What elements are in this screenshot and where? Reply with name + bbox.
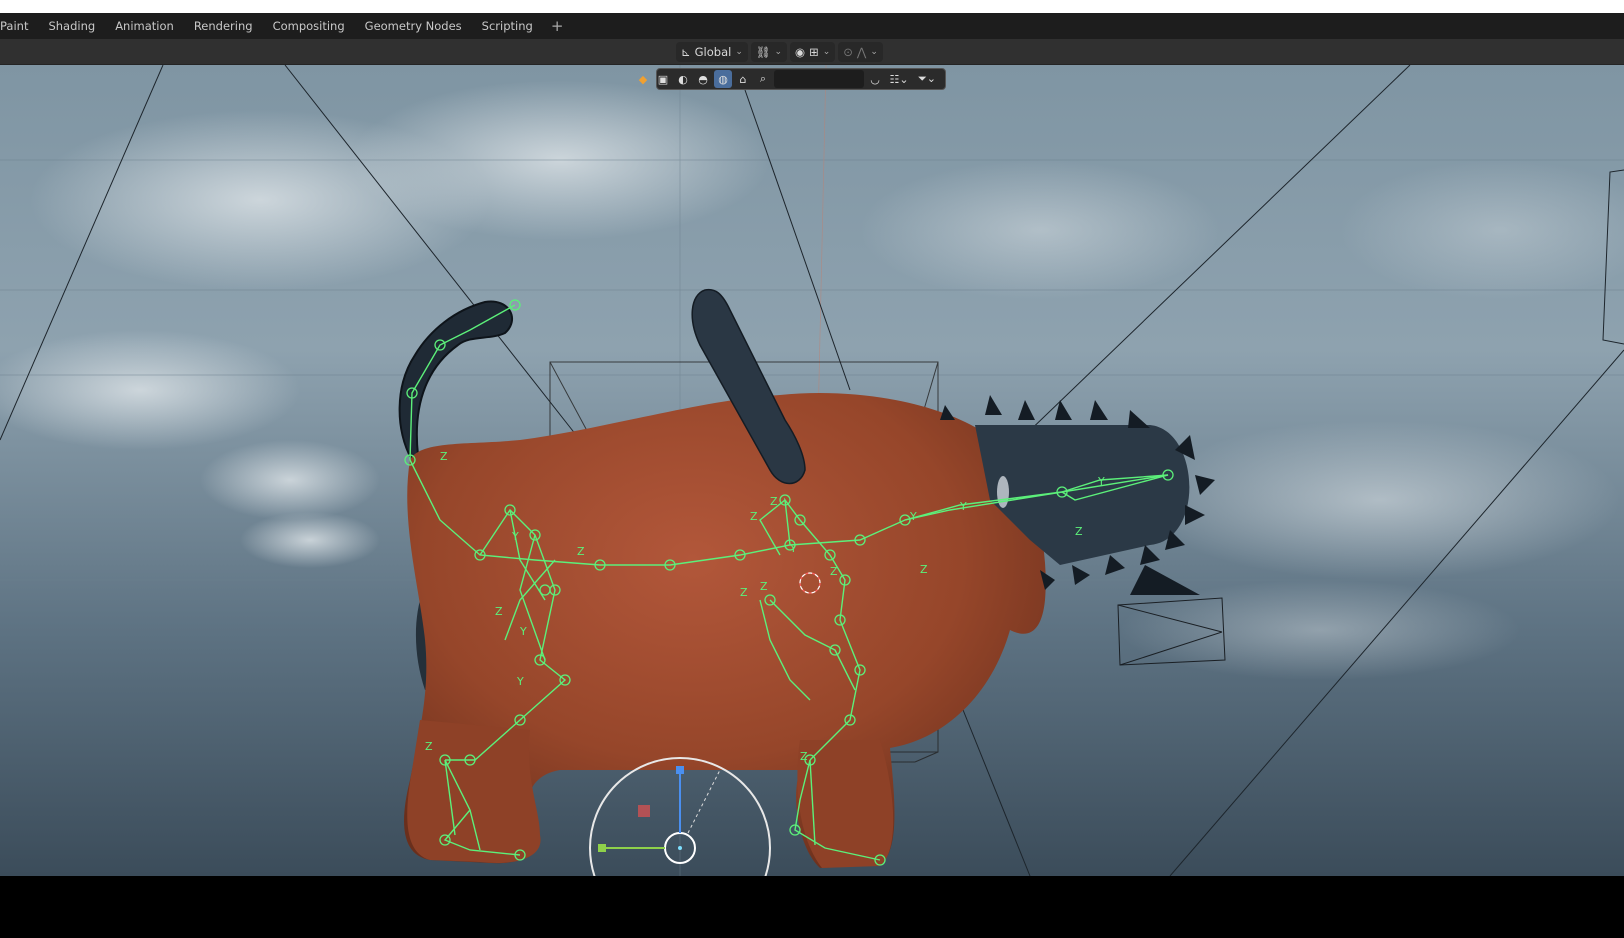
- workspace-tab-geometry-nodes[interactable]: Geometry Nodes: [355, 13, 472, 39]
- axis-label: Z: [750, 510, 758, 523]
- axis-label: Z: [740, 586, 748, 599]
- workspace-tab-scripting[interactable]: Scripting: [472, 13, 543, 39]
- axis-label: Y: [909, 510, 917, 523]
- snap-magnet-icon: ◉: [795, 45, 806, 59]
- axis-label: Z: [830, 565, 838, 578]
- header-tools: ⊾ Global ⌄ ⛓ ⌄ ◉ ⊞ ⌄ ⊙ ⋀ ⌄: [676, 42, 883, 62]
- wireframe-shading-icon[interactable]: ▣: [654, 70, 672, 88]
- viewport-bottom-bar: [0, 876, 1624, 938]
- chevron-down-icon: ⌄: [774, 47, 783, 57]
- workspace-tab-animation[interactable]: Animation: [105, 13, 184, 39]
- falloff-curve-icon: ⋀: [856, 45, 867, 59]
- solid-shading-icon[interactable]: ◐: [674, 70, 692, 88]
- scene-cube-icon[interactable]: ◆: [634, 70, 652, 88]
- orientation-label: Global: [694, 45, 732, 59]
- pivot-link-icon: ⛓: [755, 45, 771, 59]
- display-mode-icon[interactable]: ☷⌄: [886, 70, 912, 88]
- axis-label: Z: [440, 450, 448, 463]
- axis-label: Z: [920, 563, 928, 576]
- chevron-down-icon: ⌄: [822, 47, 831, 57]
- workspace-tab-paint[interactable]: Paint: [0, 13, 38, 39]
- render-region-icon[interactable]: ⌂: [734, 70, 752, 88]
- axis-label: Z: [770, 495, 778, 508]
- axis-label: Y: [519, 625, 527, 638]
- eye-highlight: [997, 476, 1009, 508]
- transform-orientation-dropdown[interactable]: ⊾ Global ⌄: [676, 42, 748, 62]
- add-workspace-button[interactable]: +: [543, 17, 572, 35]
- rendered-shading-icon[interactable]: ◍: [714, 70, 732, 88]
- axis-label: Z: [425, 740, 433, 753]
- gizmo-y-handle[interactable]: [598, 844, 606, 852]
- axis-label: Z: [495, 605, 503, 618]
- axis-label: Y: [516, 675, 524, 688]
- chevron-down-icon: ⌄: [870, 47, 878, 57]
- gizmo-z-handle[interactable]: [676, 766, 684, 774]
- axis-label: Z: [760, 580, 768, 593]
- axis-label: Y: [1097, 475, 1105, 488]
- 3d-viewport[interactable]: YZYZZYZYZZZYYZZYZZZ: [0, 65, 1624, 876]
- workspace-tab-compositing[interactable]: Compositing: [263, 13, 355, 39]
- transform-orientation-icon: ⊾: [681, 45, 691, 59]
- axis-label: Z: [1075, 525, 1083, 538]
- proportional-edit-icon: ⊙: [843, 45, 853, 59]
- proportional-edit-toggle[interactable]: ⊙ ⋀ ⌄: [838, 42, 883, 62]
- viewport-overlay-toolbar: ◆ ▣ ◐ ◓ ◍ ⌂ ⌕ ◡ ☷⌄ ⏷⌄: [639, 68, 946, 90]
- gizmo-x-plane-handle[interactable]: [638, 805, 650, 817]
- axis-label: Y: [959, 500, 967, 513]
- axis-label: Z: [577, 545, 585, 558]
- workspace-tab-shading[interactable]: Shading: [38, 13, 105, 39]
- pivot-point-dropdown[interactable]: ⛓ ⌄: [750, 42, 788, 62]
- viewport-header: ⊾ Global ⌄ ⛓ ⌄ ◉ ⊞ ⌄ ⊙ ⋀ ⌄: [0, 39, 1624, 65]
- chevron-down-icon: ⌄: [735, 47, 743, 57]
- axis-label: Z: [800, 750, 808, 763]
- filter-icon[interactable]: ⏷⌄: [914, 70, 940, 88]
- gizmo-center-dot: [678, 846, 682, 850]
- workspace-tab-rendering[interactable]: Rendering: [184, 13, 263, 39]
- workspace-tab-bar: Paint Shading Animation Rendering Compositin…: [0, 13, 1624, 39]
- search-icon: ⌕: [759, 72, 767, 85]
- axis-label: Y: [511, 530, 519, 543]
- snap-toggle[interactable]: ◉ ⊞ ⌄: [790, 42, 836, 62]
- snap-increment-icon: ⊞: [809, 45, 819, 59]
- search-input[interactable]: [774, 70, 864, 88]
- collapse-icon[interactable]: ◡: [866, 70, 884, 88]
- axis-label: Y: [789, 542, 797, 555]
- material-shading-icon[interactable]: ◓: [694, 70, 712, 88]
